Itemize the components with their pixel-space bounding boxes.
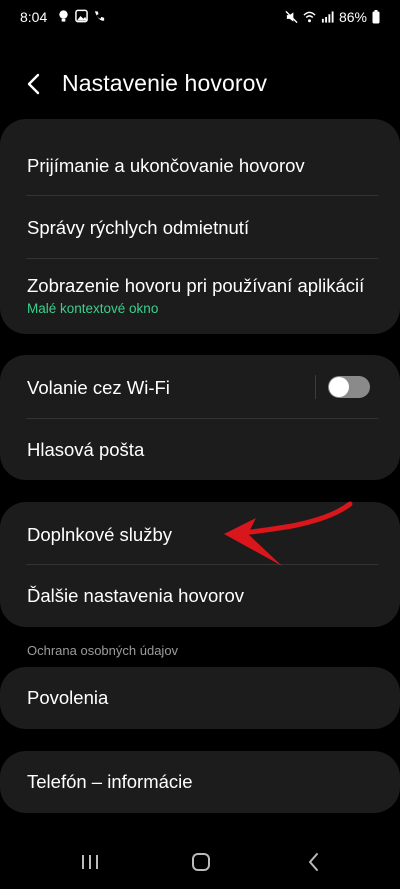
back-nav-icon[interactable]	[299, 849, 329, 875]
row-label: Doplnkové služby	[27, 524, 172, 545]
signal-icon	[321, 11, 334, 23]
image-icon	[75, 9, 88, 23]
row-label: Telefón – informácie	[27, 771, 193, 792]
card-wifi-voicemail: Volanie cez Wi-Fi Hlasová pošta	[0, 355, 400, 480]
setting-permissions[interactable]: Povolenia	[0, 667, 400, 729]
section-header-privacy: Ochrana osobných údajov	[27, 643, 179, 658]
recents-icon[interactable]	[75, 849, 105, 875]
setting-answer-end-calls[interactable]: Prijímanie a ukončovanie hovorov	[0, 133, 400, 196]
card-permissions: Povolenia	[0, 667, 400, 729]
status-bar: 8:04 86%	[0, 0, 400, 36]
setting-wifi-calling[interactable]: Volanie cez Wi-Fi	[0, 355, 400, 418]
battery-icon	[372, 10, 380, 24]
setting-about-phone[interactable]: Telefón – informácie	[0, 751, 400, 813]
battery-percent: 86%	[338, 9, 367, 25]
back-arrow-icon[interactable]	[22, 70, 48, 98]
row-label: Hlasová pošta	[27, 439, 145, 460]
page-title: Nastavenie hovorov	[62, 70, 268, 96]
app-header: Nastavenie hovorov	[0, 60, 400, 108]
setting-voicemail[interactable]: Hlasová pošta	[0, 419, 400, 480]
status-time: 8:04	[20, 9, 48, 25]
navigation-bar	[0, 835, 400, 889]
mute-icon	[285, 10, 298, 24]
setting-call-display-while-using-apps[interactable]: Zobrazenie hovoru pri používaní aplikáci…	[0, 259, 400, 334]
card-about-phone: Telefón – informácie	[0, 751, 400, 813]
row-label: Správy rýchlych odmietnutí	[27, 217, 250, 238]
row-label: Zobrazenie hovoru pri používaní aplikáci…	[27, 275, 365, 296]
toggle-separator	[315, 375, 316, 399]
wifi-calling-toggle[interactable]	[328, 376, 370, 398]
wifi-call-icon	[94, 11, 105, 21]
row-label: Prijímanie a ukončovanie hovorov	[27, 155, 305, 176]
toggle-knob	[329, 377, 349, 397]
lightbulb-icon	[59, 10, 68, 22]
row-label: Volanie cez Wi-Fi	[27, 377, 170, 398]
row-label: Povolenia	[27, 687, 109, 708]
wifi-icon	[303, 11, 316, 23]
home-icon[interactable]	[186, 849, 216, 875]
row-sublabel: Malé kontextové okno	[27, 301, 159, 316]
card-call-handling: Prijímanie a ukončovanie hovorov Správy …	[0, 119, 400, 334]
annotation-arrow-icon	[224, 501, 353, 566]
row-label: Ďalšie nastavenia hovorov	[27, 585, 244, 606]
setting-quick-decline-messages[interactable]: Správy rýchlych odmietnutí	[0, 196, 400, 258]
